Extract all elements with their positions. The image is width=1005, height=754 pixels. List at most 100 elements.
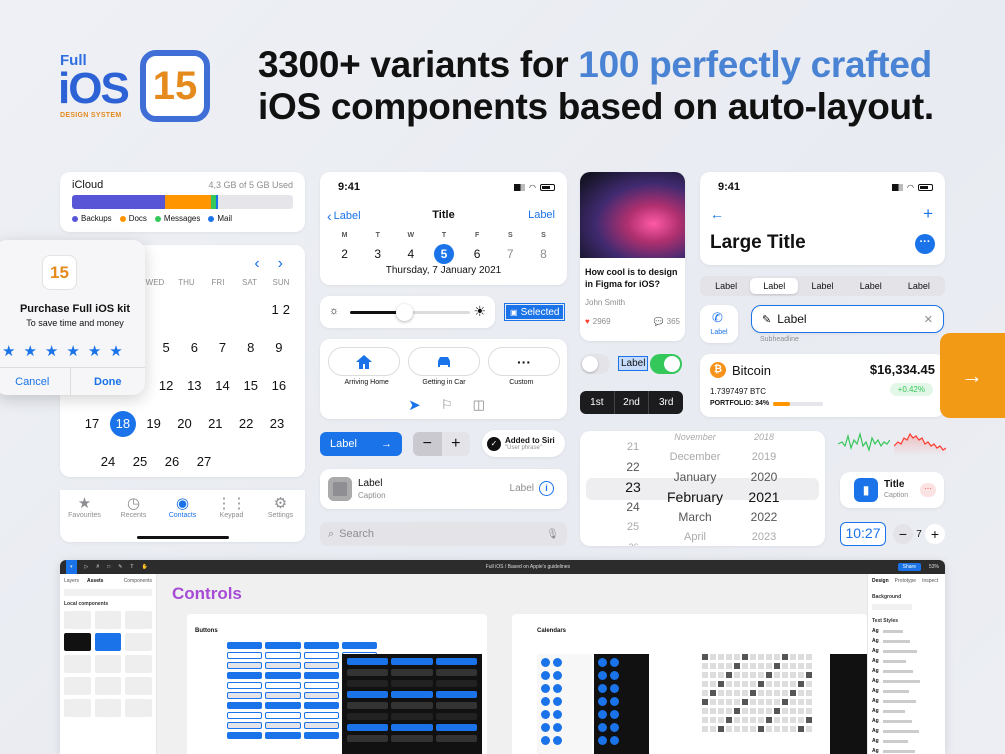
assets-tab[interactable]: Assets xyxy=(87,578,103,584)
tab-settings[interactable]: ⚙ Settings xyxy=(256,494,305,519)
frame-tool-icon[interactable]: # xyxy=(96,564,99,570)
clear-icon[interactable]: ✕ xyxy=(924,313,933,326)
calendar-day[interactable]: 12 xyxy=(155,373,177,399)
calendar-day[interactable]: 6 xyxy=(183,335,205,361)
figma-share-button[interactable]: Share xyxy=(897,563,921,571)
location-arrow-icon[interactable]: ➤ xyxy=(408,396,421,414)
calendar-day[interactable]: 26 xyxy=(159,449,185,475)
component-thumbnail[interactable] xyxy=(94,677,122,695)
label-button[interactable]: Label → xyxy=(320,432,402,456)
component-thumbnail[interactable] xyxy=(64,633,91,651)
calendar-day[interactable]: 5 xyxy=(155,335,177,361)
tab-favourites[interactable]: ★ Favourites xyxy=(60,494,109,519)
layers-tab[interactable]: Layers xyxy=(64,578,79,584)
info-icon[interactable]: i xyxy=(539,481,554,496)
picker-value[interactable]: 2021 xyxy=(743,487,785,507)
component-thumbnail[interactable] xyxy=(64,611,91,629)
toggle-off[interactable] xyxy=(580,354,610,374)
picker-value[interactable]: 24 xyxy=(620,497,646,517)
search-bar[interactable]: ⌕ Search 🎙 xyxy=(320,522,567,546)
shape-tool-icon[interactable]: □ xyxy=(107,564,110,570)
component-thumbnail[interactable] xyxy=(125,611,152,629)
phone-button[interactable]: ✆ Label xyxy=(700,305,738,343)
figma-zoom[interactable]: 53% xyxy=(929,564,939,570)
segment-item[interactable]: Label xyxy=(798,278,846,294)
calendar-day[interactable]: 1 xyxy=(272,297,279,323)
component-thumbnail[interactable] xyxy=(125,633,152,651)
alert-rating[interactable]: ★ ★ ★ ★ ★ ★ xyxy=(2,342,123,360)
text-field[interactable]: ✎ Label ✕ xyxy=(751,305,944,333)
picker-value[interactable]: 23 xyxy=(620,477,646,497)
menu-item[interactable]: 1st xyxy=(580,391,615,414)
calendar-day[interactable]: 25 xyxy=(127,449,153,475)
tab-recents[interactable]: ◷ Recents xyxy=(109,494,158,519)
custom-shortcut[interactable]: ··· xyxy=(488,347,560,376)
heart-icon[interactable]: ♥ xyxy=(585,317,590,326)
minus-round-button[interactable]: − xyxy=(893,524,913,544)
week-date[interactable]: 5 xyxy=(433,244,454,264)
component-thumbnail[interactable] xyxy=(125,655,152,673)
figma-search[interactable] xyxy=(64,589,152,596)
week-date[interactable]: 2 xyxy=(335,244,355,264)
component-thumbnail[interactable] xyxy=(94,655,122,673)
prototype-tab[interactable]: Prototype xyxy=(895,578,916,584)
picker-column-month[interactable]: November December January February March Apri… xyxy=(655,431,735,546)
week-date[interactable]: 8 xyxy=(533,244,553,264)
nav-action-button[interactable]: Label xyxy=(528,209,555,221)
alert-cancel-button[interactable]: Cancel xyxy=(0,367,71,396)
segment-item[interactable]: Label xyxy=(847,278,895,294)
camera-icon[interactable]: ◫ xyxy=(473,397,485,413)
component-thumbnail[interactable] xyxy=(94,633,122,651)
menu-item[interactable]: 2nd xyxy=(615,391,650,414)
picker-value[interactable]: December xyxy=(655,447,735,467)
calendar-day[interactable]: 24 xyxy=(95,449,121,475)
car-shortcut[interactable] xyxy=(408,347,480,376)
chevron-left-icon[interactable]: ‹ xyxy=(254,255,259,273)
text-tool-icon[interactable]: T xyxy=(130,564,133,570)
list-row[interactable]: Label Caption Label i xyxy=(320,469,567,509)
home-shortcut[interactable] xyxy=(328,347,400,376)
component-thumbnail[interactable] xyxy=(64,677,91,695)
picker-value[interactable]: April xyxy=(655,527,735,546)
picker-value[interactable]: 2019 xyxy=(743,447,785,467)
component-thumbnail[interactable] xyxy=(125,677,152,695)
next-arrow-button[interactable]: → xyxy=(940,333,1005,418)
menu-item[interactable]: 3rd xyxy=(649,391,683,414)
pen-tool-icon[interactable]: ✎ xyxy=(118,564,122,570)
picker-value[interactable]: 22 xyxy=(620,457,646,477)
tab-keypad[interactable]: ⋮⋮ Keypad xyxy=(207,494,256,519)
star-icon[interactable]: ★ xyxy=(2,342,15,360)
calendar-day[interactable]: 2 xyxy=(283,297,290,323)
star-icon[interactable]: ★ xyxy=(45,342,58,360)
picker-value[interactable]: 2022 xyxy=(743,507,785,527)
star-icon[interactable]: ★ xyxy=(66,342,79,360)
hand-tool-icon[interactable]: ✋ xyxy=(141,564,147,570)
picker-column-year[interactable]: 2018201920202021202220232024 xyxy=(743,431,785,546)
comment-icon[interactable]: 💬 xyxy=(654,317,664,326)
arrow-left-icon[interactable]: ← xyxy=(710,206,724,222)
chevron-right-icon[interactable]: › xyxy=(278,255,283,273)
time-field[interactable]: 10:27 xyxy=(840,522,886,546)
calendar-day[interactable]: 7 xyxy=(211,335,233,361)
component-thumbnail[interactable] xyxy=(94,611,122,629)
picker-value[interactable]: 2023 xyxy=(743,527,785,546)
toggle-on[interactable] xyxy=(650,354,682,374)
component-thumbnail[interactable] xyxy=(64,699,91,717)
title-card[interactable]: ▮ Title Caption ··· xyxy=(840,472,944,508)
calendar-day[interactable]: 14 xyxy=(211,373,233,399)
calendar-day[interactable]: 22 xyxy=(233,411,259,437)
picker-column-day[interactable]: 212223242526 xyxy=(620,437,646,546)
calendar-day[interactable]: 23 xyxy=(264,411,290,437)
segment-item[interactable]: Label xyxy=(895,278,943,294)
brightness-slider[interactable]: ☼ ☀ xyxy=(320,296,495,328)
star-icon[interactable]: ★ xyxy=(88,342,101,360)
week-date[interactable]: 4 xyxy=(401,244,421,264)
calendar-day[interactable]: 18 xyxy=(109,411,136,437)
article-card[interactable]: How cool is to design in Figma for iOS? … xyxy=(580,172,685,341)
star-icon[interactable]: ★ xyxy=(109,342,122,360)
microphone-icon[interactable]: 🎙 xyxy=(546,529,559,540)
flag-icon[interactable]: ⚐ xyxy=(441,397,453,413)
picker-value[interactable]: January xyxy=(655,467,735,487)
plus-icon[interactable]: + xyxy=(923,204,933,224)
alert-done-button[interactable]: Done xyxy=(71,368,146,396)
